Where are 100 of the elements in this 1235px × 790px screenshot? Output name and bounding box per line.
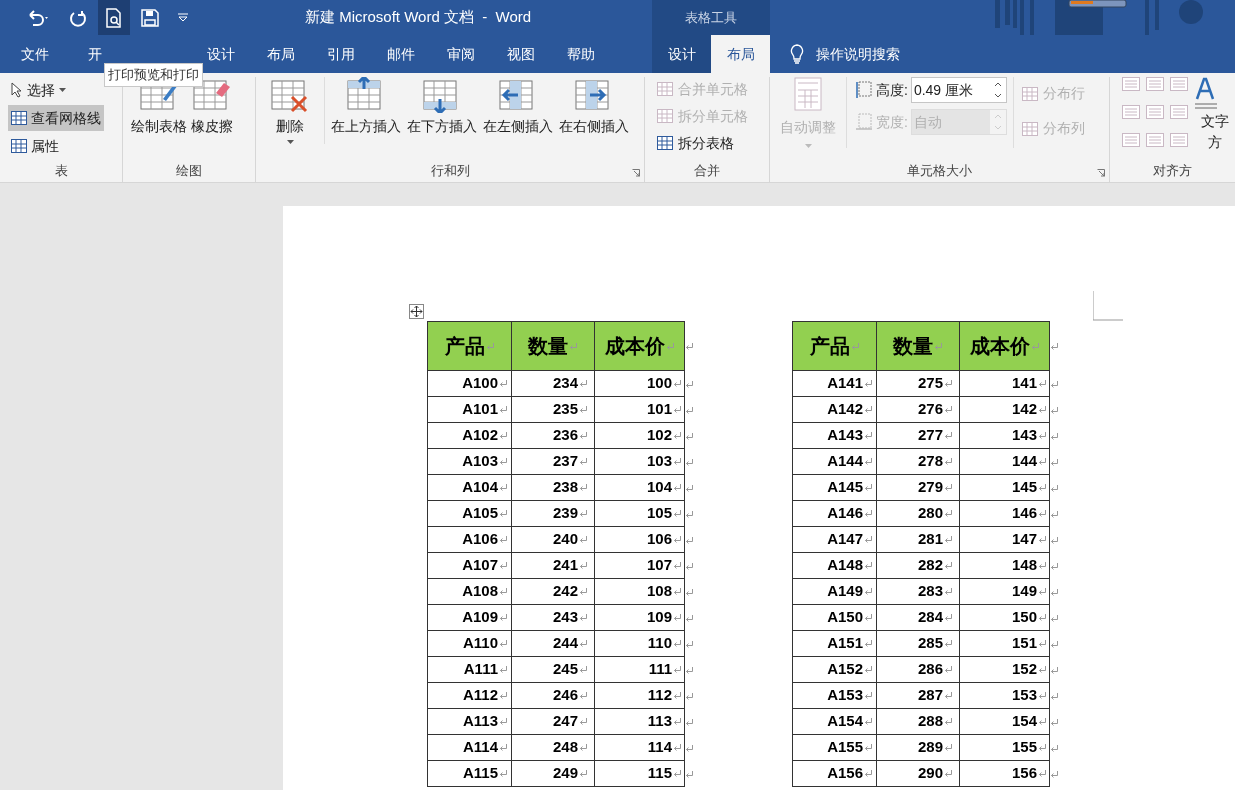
group-label: 绘图 — [176, 162, 202, 181]
header-cell: 成本价 — [959, 322, 1049, 370]
table-cell: 109 — [594, 605, 684, 630]
table-cell: A156 — [793, 761, 876, 786]
table-cell: A106 — [428, 527, 511, 552]
table-cell: 111 — [594, 657, 684, 682]
table-cell: A153 — [793, 683, 876, 708]
table-cell: 107 — [594, 553, 684, 578]
table-cell: 280 — [876, 501, 959, 526]
table-cell: 149 — [959, 579, 1049, 604]
field-label: 宽度: — [876, 112, 908, 132]
table-cell: A150 — [793, 605, 876, 630]
table-cell: 240 — [511, 527, 594, 552]
table-cell: 150 — [959, 605, 1049, 630]
table-cell: A147 — [793, 527, 876, 552]
table-cell: 284 — [876, 605, 959, 630]
table-cell: A105 — [428, 501, 511, 526]
table-cell: 285 — [876, 631, 959, 656]
table-cell: A114 — [428, 735, 511, 760]
table-cell: 155 — [959, 735, 1049, 760]
window-title: 新建 Microsoft Word 文档 - Word — [305, 7, 532, 28]
table-cell: 154 — [959, 709, 1049, 734]
table-cell: A101 — [428, 397, 511, 422]
table-cell: 112 — [594, 683, 684, 708]
table-cell: A100 — [428, 371, 511, 396]
table-cell: 283 — [876, 579, 959, 604]
table-cell: 245 — [511, 657, 594, 682]
table-cell: 100 — [594, 371, 684, 396]
table-cell: A146 — [793, 501, 876, 526]
table-cell: 286 — [876, 657, 959, 682]
context-tab-title: 表格工具 — [685, 8, 737, 27]
table-cell: 235 — [511, 397, 594, 422]
table-cell: 242 — [511, 579, 594, 604]
table-cell: 278 — [876, 449, 959, 474]
table-cell: 287 — [876, 683, 959, 708]
table-cell: A110 — [428, 631, 511, 656]
group-label: 表 — [54, 162, 68, 181]
table-cell: A152 — [793, 657, 876, 682]
table-cell: 239 — [511, 501, 594, 526]
table-cell: 238 — [511, 475, 594, 500]
table-cell: 105 — [594, 501, 684, 526]
table-cell: A108 — [428, 579, 511, 604]
table-cell: 249 — [511, 761, 594, 786]
table-cell: 241 — [511, 553, 594, 578]
table-cell: 142 — [959, 397, 1049, 422]
table-cell: 156 — [959, 761, 1049, 786]
table-cell: 279 — [876, 475, 959, 500]
table-cell: A107 — [428, 553, 511, 578]
table-cell: 110 — [594, 631, 684, 656]
table-cell: 237 — [511, 449, 594, 474]
table-cell: 147 — [959, 527, 1049, 552]
table-cell: 248 — [511, 735, 594, 760]
table-cell: 115 — [594, 761, 684, 786]
table-cell: A104 — [428, 475, 511, 500]
table-cell: 244 — [511, 631, 594, 656]
table-cell: 243 — [511, 605, 594, 630]
table-cell: 282 — [876, 553, 959, 578]
table-cell: 288 — [876, 709, 959, 734]
group-label: 单元格大小 — [907, 162, 972, 181]
table-cell: 290 — [876, 761, 959, 786]
table-cell: 113 — [594, 709, 684, 734]
table-cell: A115 — [428, 761, 511, 786]
table-cell: A109 — [428, 605, 511, 630]
table-cell: A144 — [793, 449, 876, 474]
header-cell: 数量 — [876, 322, 959, 370]
group-label: 合并 — [694, 162, 720, 181]
table-cell: 101 — [594, 397, 684, 422]
table-cell: 144 — [959, 449, 1049, 474]
table-cell: 104 — [594, 475, 684, 500]
table-cell: A112 — [428, 683, 511, 708]
table-cell: A103 — [428, 449, 511, 474]
table-cell: A148 — [793, 553, 876, 578]
table-cell: 247 — [511, 709, 594, 734]
table-cell: A142 — [793, 397, 876, 422]
table-cell: 246 — [511, 683, 594, 708]
table-cell: A155 — [793, 735, 876, 760]
table-cell: 141 — [959, 371, 1049, 396]
table-cell: 143 — [959, 423, 1049, 448]
table-cell: 108 — [594, 579, 684, 604]
header-cell: 数量 — [511, 322, 594, 370]
table-cell: 289 — [876, 735, 959, 760]
table-cell: 102 — [594, 423, 684, 448]
table-cell: 275 — [876, 371, 959, 396]
table-cell: A149 — [793, 579, 876, 604]
table-cell: 114 — [594, 735, 684, 760]
table-cell: 146 — [959, 501, 1049, 526]
table-cell: 148 — [959, 553, 1049, 578]
header-cell: 成本价 — [594, 322, 684, 370]
table-cell: A102 — [428, 423, 511, 448]
field-label: 高度: — [876, 80, 908, 100]
table-cell: 281 — [876, 527, 959, 552]
tooltip: 打印预览和打印 — [104, 63, 203, 87]
table-cell: 276 — [876, 397, 959, 422]
table-cell: 236 — [511, 423, 594, 448]
table-cell: A154 — [793, 709, 876, 734]
table-cell: 106 — [594, 527, 684, 552]
table-cell: 153 — [959, 683, 1049, 708]
table-cell: 151 — [959, 631, 1049, 656]
table-cell: A113 — [428, 709, 511, 734]
table-cell: 152 — [959, 657, 1049, 682]
